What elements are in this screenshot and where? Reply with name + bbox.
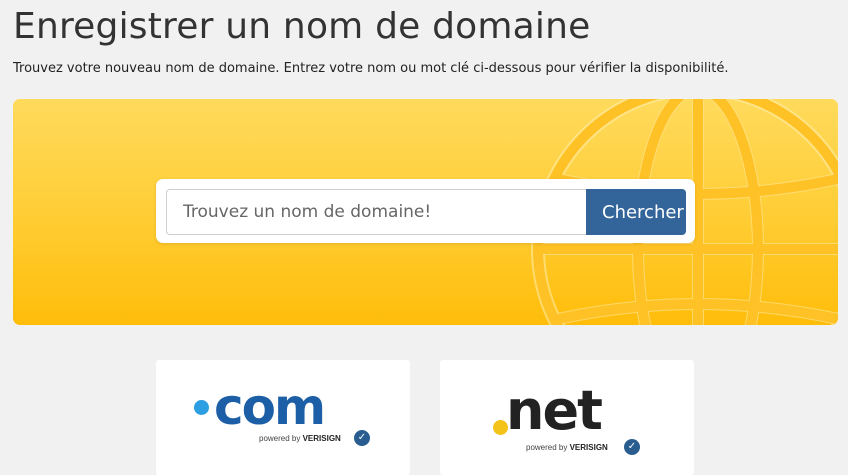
search-button[interactable]: Chercher: [586, 189, 686, 235]
domain-search-input[interactable]: [166, 189, 586, 235]
com-logo-text: com: [214, 378, 326, 436]
domain-search-hero: Chercher: [13, 99, 838, 325]
page-title: Enregistrer un nom de domaine: [13, 6, 591, 47]
tld-card-com[interactable]: com powered by VERISIGN ✓: [156, 360, 410, 475]
page-subtitle: Trouvez votre nouveau nom de domaine. En…: [13, 61, 729, 76]
verisign-check-icon: ✓: [624, 439, 640, 455]
com-powered-by: powered by VERISIGN: [259, 434, 341, 443]
search-panel: Chercher: [156, 179, 695, 243]
tld-card-net[interactable]: net powered by VERISIGN ✓: [440, 360, 694, 475]
net-logo-text: net: [506, 379, 603, 442]
verisign-check-icon: ✓: [354, 430, 370, 446]
com-dot: [194, 400, 209, 415]
net-powered-by: powered by VERISIGN: [526, 443, 608, 452]
